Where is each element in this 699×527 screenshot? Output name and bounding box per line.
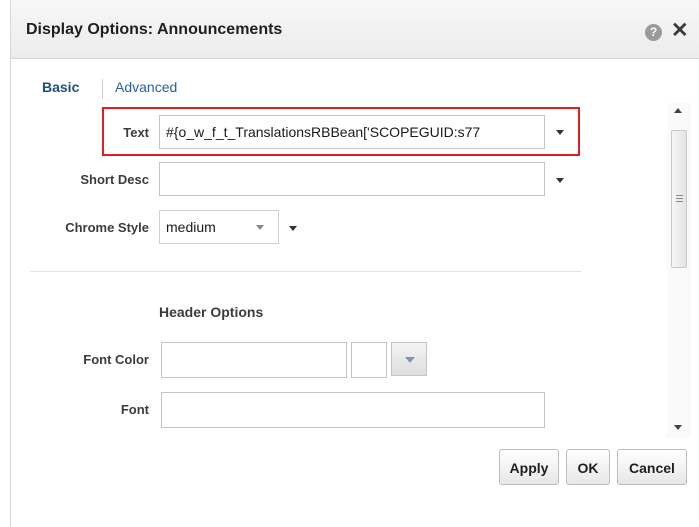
short-desc-label: Short Desc [80, 172, 149, 187]
scroll-up-icon[interactable] [674, 108, 682, 113]
short-desc-dropdown-icon[interactable] [556, 178, 564, 183]
text-input[interactable]: #{o_w_f_t_TranslationsRBBean['SCOPEGUID:… [159, 115, 545, 149]
section-divider [30, 271, 581, 272]
chrome-style-label: Chrome Style [65, 220, 149, 235]
cancel-button[interactable]: Cancel [617, 449, 687, 485]
chrome-style-dropdown-icon[interactable] [289, 226, 297, 231]
font-color-swatch[interactable] [351, 342, 387, 378]
font-label: Font [120, 402, 149, 417]
help-icon[interactable]: ? [645, 24, 662, 41]
grip-line [676, 195, 683, 196]
chrome-style-select[interactable]: medium [159, 210, 279, 244]
grip-line [676, 198, 683, 199]
font-color-input[interactable] [161, 342, 347, 378]
close-icon[interactable]: ✕ [671, 19, 689, 43]
font-color-label: Font Color [83, 352, 149, 367]
header-options-title: Header Options [159, 304, 264, 320]
chevron-down-icon [405, 357, 415, 363]
text-label: Text [123, 125, 149, 140]
tab-basic[interactable]: Basic [42, 79, 79, 95]
scrollbar-thumb[interactable] [671, 130, 687, 268]
background-window-edge [0, 0, 11, 527]
apply-button[interactable]: Apply [499, 449, 559, 485]
scroll-down-icon[interactable] [674, 425, 682, 430]
vertical-scrollbar[interactable] [667, 103, 691, 438]
basic-options-panel: Text #{o_w_f_t_TranslationsRBBean['SCOPE… [11, 102, 699, 442]
ok-button[interactable]: OK [566, 449, 610, 485]
chrome-style-select-arrow-icon [256, 225, 264, 230]
display-options-dialog: Display Options: Announcements ? ✕ Basic… [11, 0, 699, 527]
tab-advanced[interactable]: Advanced [115, 79, 177, 95]
font-color-picker-button[interactable] [391, 342, 427, 376]
dialog-titlebar: Display Options: Announcements ? ✕ [11, 0, 699, 59]
dialog-title: Display Options: Announcements [26, 21, 283, 38]
short-desc-input[interactable] [159, 162, 545, 196]
text-dropdown-icon[interactable] [556, 130, 564, 135]
font-input[interactable] [161, 392, 545, 428]
grip-line [676, 201, 683, 202]
chrome-style-value: medium [166, 219, 216, 235]
tab-separator [102, 79, 103, 99]
